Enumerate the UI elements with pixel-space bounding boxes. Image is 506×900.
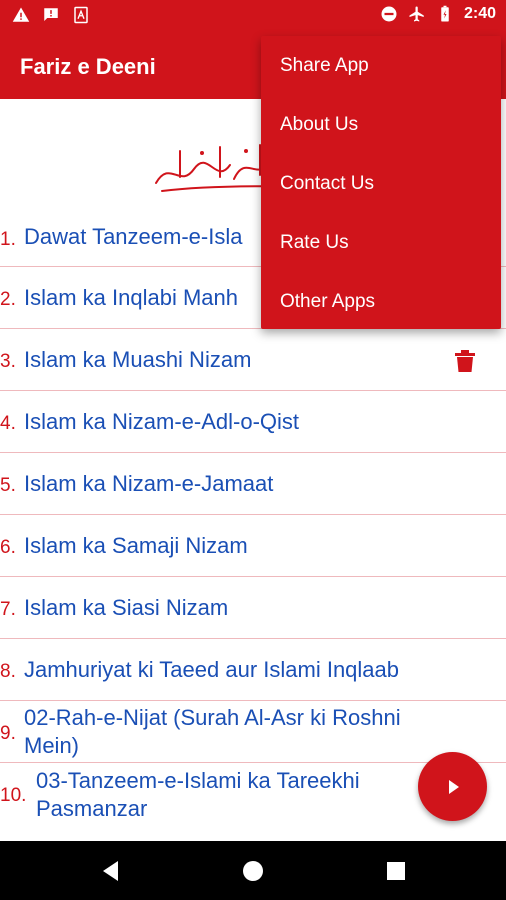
navigation-bar (0, 841, 506, 900)
list-item-title: Islam ka Inqlabi Manh (24, 285, 238, 310)
do-not-disturb-icon (381, 6, 397, 22)
list-item-title: Islam ka Samaji Nizam (24, 533, 248, 558)
list-item[interactable]: 4. Islam ka Nizam-e-Adl-o-Qist (0, 391, 506, 453)
play-button[interactable] (418, 752, 487, 821)
list-item[interactable]: 3. Islam ka Muashi Nizam (0, 329, 506, 391)
list-item-number: 8. (0, 661, 16, 682)
status-time: 2:40 (463, 5, 496, 22)
list-item[interactable]: 6. Islam ka Samaji Nizam (0, 515, 506, 577)
status-left-icons (12, 6, 90, 24)
menu-item-about-us[interactable]: About Us (261, 95, 501, 154)
app-title: Fariz e Deeni (20, 54, 156, 79)
list-item-number: 4. (0, 413, 16, 434)
list-item-title: Jamhuriyat ki Taeed aur Islami Inqlaab (24, 657, 400, 682)
menu-item-contact-us[interactable]: Contact Us (261, 154, 501, 213)
warning-icon (12, 7, 30, 22)
back-icon[interactable] (98, 858, 124, 884)
home-icon[interactable] (240, 858, 266, 884)
airplane-icon (409, 6, 424, 22)
list-item-title: 02-Rah-e-Nijat (Surah Al-Asr ki Roshni M… (24, 705, 401, 758)
list-item[interactable]: 8. Jamhuriyat ki Taeed aur Islami Inqlaa… (0, 639, 506, 701)
list-item[interactable]: 9. 02-Rah-e-Nijat (Surah Al-Asr ki Roshn… (0, 701, 506, 763)
list-item-number: 2. (0, 289, 16, 310)
list-item-title: 03-Tanzeem-e-Islami ka Tareekhi Pasmanza… (36, 768, 360, 821)
list-item-number: 1. (0, 229, 16, 250)
list-item-number: 10. (0, 785, 27, 806)
screen: 2:40 Fariz e Deeni 1. Dawat Tanzeem-e-Is… (0, 0, 506, 900)
status-right-icons: 2:40 (380, 5, 496, 23)
list-item-title: Islam ka Nizam-e-Adl-o-Qist (24, 409, 300, 434)
status-bar: 2:40 (0, 0, 506, 32)
list-item-number: 9. (0, 723, 16, 744)
list-item-number: 5. (0, 475, 16, 496)
overflow-menu: Share App About Us Contact Us Rate Us Ot… (261, 36, 501, 329)
list-item-title: Islam ka Nizam-e-Jamaat (24, 471, 274, 496)
menu-item-share-app[interactable]: Share App (261, 36, 501, 95)
menu-item-other-apps[interactable]: Other Apps (261, 272, 501, 331)
list-item-number: 6. (0, 537, 16, 558)
chat-alert-icon (44, 8, 58, 21)
list-item-title: Islam ka Siasi Nizam (24, 595, 229, 620)
list-item-number: 7. (0, 599, 16, 620)
recents-icon[interactable] (383, 858, 409, 884)
list-item[interactable]: 7. Islam ka Siasi Nizam (0, 577, 506, 639)
list-item[interactable]: 5. Islam ka Nizam-e-Jamaat (0, 453, 506, 515)
menu-item-rate-us[interactable]: Rate Us (261, 213, 501, 272)
play-icon (448, 779, 459, 794)
list-item-number: 3. (0, 351, 16, 372)
list-item-title: Islam ka Muashi Nizam (24, 347, 252, 372)
app-notification-icon (74, 6, 88, 24)
delete-icon[interactable] (454, 349, 476, 373)
battery-icon (441, 5, 449, 22)
list-item-title: Dawat Tanzeem-e-Isla (24, 224, 243, 249)
